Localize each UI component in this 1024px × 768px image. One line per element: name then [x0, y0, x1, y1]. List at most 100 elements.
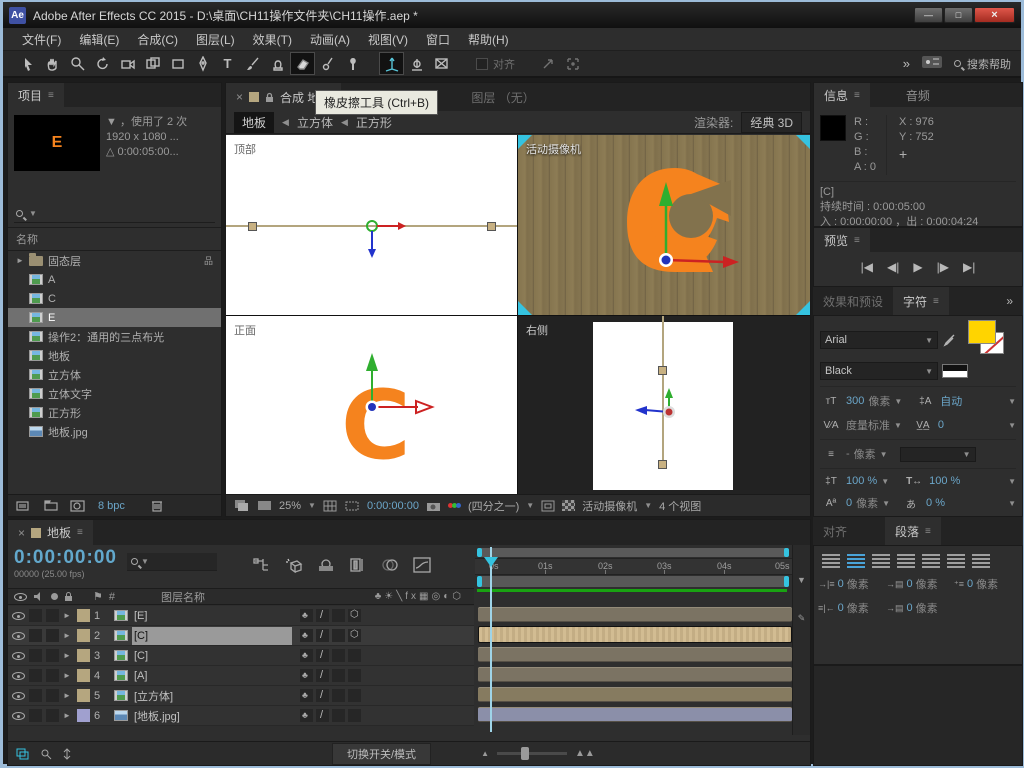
active-camera-dropdown[interactable]: 活动摄像机	[582, 498, 637, 514]
tab-layer[interactable]: 图层 （无）	[461, 83, 544, 111]
layer-duration-bar[interactable]	[478, 647, 792, 662]
justify-all-button[interactable]	[972, 554, 990, 568]
project-item[interactable]: 立方体	[8, 365, 221, 384]
project-item[interactable]: A	[8, 270, 221, 289]
menu-effect[interactable]: 效果(T)	[244, 28, 301, 51]
work-area-bar[interactable]	[477, 576, 789, 587]
layer-name[interactable]: [A]	[132, 667, 292, 685]
resolution-dropdown[interactable]: (四分之一)	[468, 498, 519, 514]
justify-last-center-button[interactable]	[922, 554, 940, 568]
tab-overflow-chevron[interactable]: »	[996, 287, 1023, 315]
eyedropper-icon[interactable]	[942, 333, 956, 347]
solo-column-icon[interactable]	[51, 593, 58, 600]
layer-name[interactable]: [地板.jpg]	[132, 707, 292, 725]
local-axis-mode-icon[interactable]	[379, 52, 404, 75]
collapse-switch[interactable]	[300, 689, 313, 702]
tab-align[interactable]: 对齐	[813, 517, 857, 545]
snapshot-icon[interactable]	[426, 500, 441, 512]
font-style-dropdown[interactable]: Black ▼	[820, 362, 938, 380]
search-help[interactable]: 搜索帮助	[954, 56, 1011, 72]
kerning-value[interactable]: 度量标准	[846, 417, 890, 433]
stroke-style-dropdown[interactable]: ▼	[899, 446, 976, 462]
axis-gizmo[interactable]	[344, 351, 444, 421]
project-columns-header[interactable]: 名称	[8, 227, 221, 251]
align-center-button[interactable]	[847, 554, 865, 568]
layer-row[interactable]: ► 3 [C]	[8, 646, 474, 666]
tab-audio[interactable]: 音频	[896, 83, 940, 107]
expand-icon[interactable]: ►	[63, 631, 73, 640]
hand-tool-icon[interactable]	[40, 52, 65, 75]
rotation-tool-icon[interactable]	[90, 52, 115, 75]
baseline-shift-value[interactable]: 0	[846, 497, 852, 509]
expand-icon[interactable]: ►	[63, 671, 73, 680]
panel-menu-icon[interactable]: ≡	[854, 235, 860, 246]
expand-layers-icon[interactable]	[16, 748, 30, 760]
grid-guides-icon[interactable]	[323, 500, 338, 512]
label-color-swatch[interactable]	[77, 689, 90, 702]
tab-timeline-comp[interactable]: × 地板 ≡	[8, 520, 93, 545]
stroke-over-fill-swatch[interactable]	[942, 364, 968, 378]
collapse-switch[interactable]	[300, 669, 313, 682]
quality-switch[interactable]	[316, 709, 329, 722]
first-frame-button[interactable]: |◀	[861, 260, 873, 274]
panel-menu-icon[interactable]: ≡	[925, 526, 931, 537]
parent-link-icon[interactable]	[40, 748, 52, 760]
axis-gizmo[interactable]	[358, 213, 418, 263]
indent-left-field[interactable]: →|≡ 0 像素	[818, 576, 882, 592]
layer-duration-bar-selected[interactable]	[478, 626, 792, 643]
label-color-swatch[interactable]	[77, 629, 90, 642]
font-size-value[interactable]: 300	[846, 395, 864, 407]
justify-last-left-button[interactable]	[897, 554, 915, 568]
layer-duration-bar[interactable]	[478, 707, 792, 722]
pan-behind-tool-icon[interactable]	[140, 52, 165, 75]
project-item[interactable]: C	[8, 289, 221, 308]
panel-menu-icon[interactable]: ≡	[933, 296, 939, 307]
menu-file[interactable]: 文件(F)	[13, 28, 70, 51]
tracking-amount-value[interactable]: 0	[938, 419, 944, 431]
collapse-switch[interactable]	[300, 609, 313, 622]
menu-help[interactable]: 帮助(H)	[459, 28, 518, 51]
tab-info[interactable]: 信息 ≡	[814, 83, 870, 107]
panel-menu-icon[interactable]: ≡	[77, 527, 83, 538]
eye-icon[interactable]	[12, 711, 25, 720]
current-time-display[interactable]: 0:00:00:00 00000 (25.00 fps)	[14, 548, 117, 583]
eraser-tool-icon[interactable]	[290, 52, 315, 75]
quality-switch[interactable]	[316, 689, 329, 702]
view-axis-mode-icon[interactable]	[429, 52, 454, 75]
collapse-switch[interactable]	[300, 709, 313, 722]
horizontal-scale-value[interactable]: 100 %	[929, 475, 960, 487]
tsume-value[interactable]: 0 %	[926, 497, 945, 509]
renderer-button[interactable]: 经典 3D	[741, 111, 802, 133]
expand-icon[interactable]: ►	[63, 651, 73, 660]
expand-icon[interactable]: ►	[63, 611, 73, 620]
viewport-front[interactable]: 正面 C	[226, 316, 517, 496]
motion-blur-icon[interactable]	[381, 557, 399, 573]
layer-duration-bar[interactable]	[478, 687, 792, 702]
layer-duration-bar[interactable]	[478, 607, 792, 622]
quality-switch[interactable]	[316, 609, 329, 622]
layer-duration-bar[interactable]	[478, 667, 792, 682]
new-folder-icon[interactable]	[44, 500, 58, 511]
menu-window[interactable]: 窗口	[417, 28, 459, 51]
current-time-button[interactable]: 0:00:00:00	[367, 500, 419, 512]
breadcrumb-item[interactable]: 正方形	[356, 114, 392, 131]
audio-column-icon[interactable]	[33, 591, 45, 602]
menu-view[interactable]: 视图(V)	[359, 28, 417, 51]
panel-menu-icon[interactable]: ≡	[48, 90, 54, 101]
eye-icon[interactable]	[12, 651, 25, 660]
plane-handle[interactable]	[487, 222, 496, 231]
plane-handle[interactable]	[248, 222, 257, 231]
zoom-level-dropdown[interactable]: 25%	[279, 500, 301, 512]
snap-option-icon[interactable]	[535, 52, 560, 75]
work-area-start-handle[interactable]	[477, 576, 482, 587]
clone-stamp-tool-icon[interactable]	[265, 52, 290, 75]
navigator-start-handle[interactable]	[477, 548, 482, 557]
project-item[interactable]: 操作2：通用的三点布光	[8, 327, 221, 346]
always-preview-icon[interactable]	[234, 499, 250, 512]
project-search-input[interactable]: ▼	[14, 205, 215, 223]
layer-row[interactable]: ► 6 [地板.jpg]	[8, 706, 474, 726]
eye-icon[interactable]	[12, 671, 25, 680]
tab-character[interactable]: 字符 ≡	[893, 287, 949, 315]
space-before-field[interactable]: →▤ 0 像素	[886, 576, 950, 592]
project-item[interactable]: 正方形	[8, 403, 221, 422]
